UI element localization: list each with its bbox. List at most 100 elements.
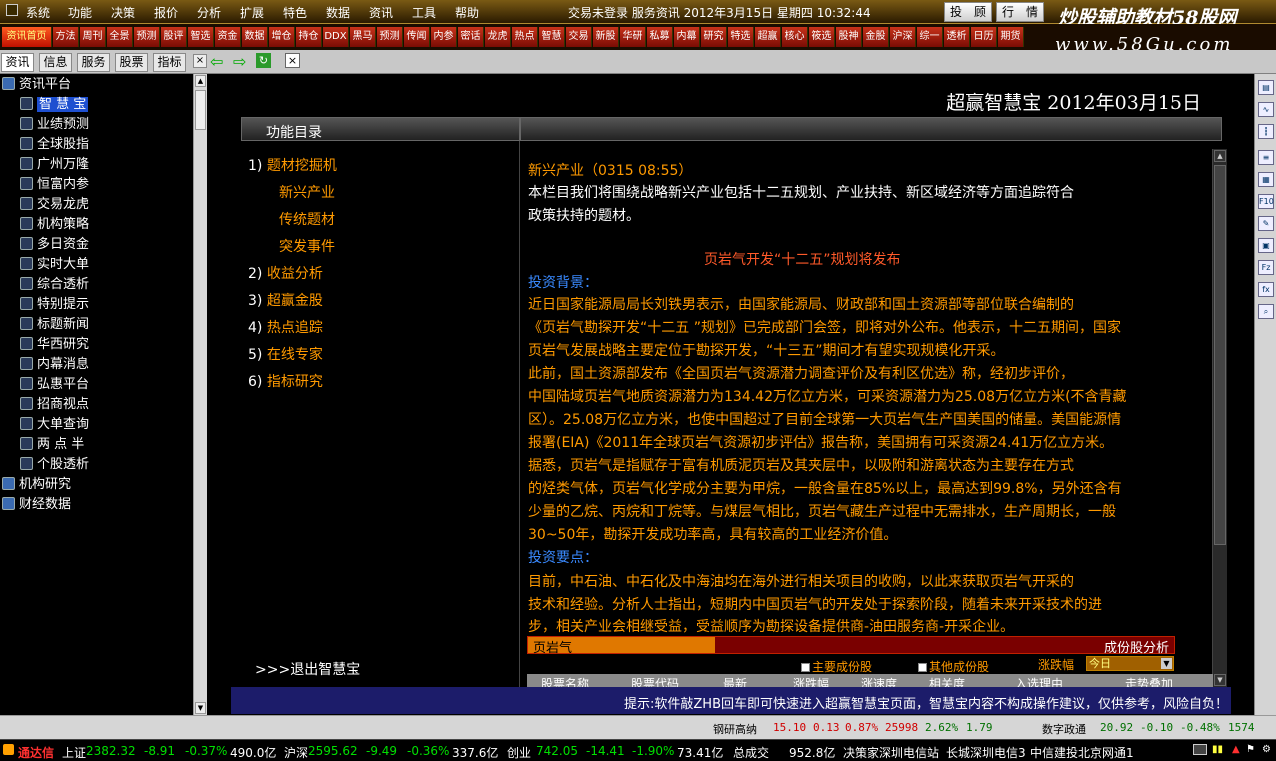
func-button[interactable]: 方法 bbox=[53, 27, 79, 47]
cy-label[interactable]: 创业 bbox=[507, 744, 531, 761]
sidebar-item[interactable]: 广州万隆 bbox=[20, 155, 89, 175]
func-button[interactable]: 股神 bbox=[836, 27, 862, 47]
func-button[interactable]: 黑马 bbox=[350, 27, 376, 47]
func-button[interactable]: 数据 bbox=[242, 27, 268, 47]
func-button[interactable]: 预测 bbox=[134, 27, 160, 47]
toc-item[interactable]: 传统题材 bbox=[279, 209, 335, 229]
toc-item[interactable]: 1) 题材挖掘机 bbox=[248, 155, 337, 175]
func-button[interactable]: 透析 bbox=[944, 27, 970, 47]
sidebar-item[interactable]: 综合透析 bbox=[20, 275, 89, 295]
sidebar-item[interactable]: 特别提示 bbox=[20, 295, 89, 315]
line-chart-icon[interactable]: ∿ bbox=[1258, 102, 1274, 117]
ticker1-name1[interactable]: 钢研高纳 bbox=[713, 721, 757, 737]
server-2[interactable]: 长城深圳电信3 bbox=[946, 744, 1026, 761]
sidebar-item[interactable]: 招商视点 bbox=[20, 395, 89, 415]
menu-extend[interactable]: 扩展 bbox=[240, 4, 264, 21]
mail-icon[interactable] bbox=[1193, 744, 1207, 755]
func-button[interactable]: 华研 bbox=[620, 27, 646, 47]
menu-system[interactable]: 系统 bbox=[26, 4, 50, 21]
list-icon[interactable]: ≡ bbox=[1258, 150, 1274, 165]
func-button[interactable]: 筱选 bbox=[809, 27, 835, 47]
note-icon[interactable]: ✎ bbox=[1258, 216, 1274, 231]
detail-icon[interactable]: ▦ bbox=[1258, 172, 1274, 187]
sidebar-item[interactable]: 机构研究 bbox=[2, 475, 71, 495]
kline-icon[interactable]: ┇ bbox=[1258, 124, 1274, 139]
sidebar-item[interactable]: 资讯平台 bbox=[2, 75, 71, 95]
tab-info[interactable]: 信息 bbox=[39, 53, 72, 72]
menu-help[interactable]: 帮助 bbox=[455, 4, 479, 21]
func-button[interactable]: 资讯首页 bbox=[2, 27, 52, 47]
close-panel-icon[interactable]: × bbox=[193, 54, 207, 68]
func-button[interactable]: DDX bbox=[323, 27, 349, 47]
func-button[interactable]: 热点 bbox=[512, 27, 538, 47]
func-button[interactable]: 智慧 bbox=[539, 27, 565, 47]
tab-indicator[interactable]: 指标 bbox=[153, 53, 186, 72]
func-button[interactable]: 日历 bbox=[971, 27, 997, 47]
func-button[interactable]: 增仓 bbox=[269, 27, 295, 47]
change-period-select[interactable]: 今日 ▼ bbox=[1086, 656, 1174, 671]
menu-function[interactable]: 功能 bbox=[68, 4, 92, 21]
func-button[interactable]: 周刊 bbox=[80, 27, 106, 47]
toc-item[interactable]: 6) 指标研究 bbox=[248, 371, 323, 391]
menu-decision[interactable]: 决策 bbox=[111, 4, 135, 21]
func-button[interactable]: 核心 bbox=[782, 27, 808, 47]
sidebar-item[interactable]: 个股透析 bbox=[20, 455, 89, 475]
sidebar-item[interactable]: 恒富内参 bbox=[20, 175, 89, 195]
menu-news[interactable]: 资讯 bbox=[369, 4, 393, 21]
sidebar-item[interactable]: 弘惠平台 bbox=[20, 375, 89, 395]
ticker1-name2[interactable]: 数字政通 bbox=[1042, 721, 1086, 737]
back-arrow-icon[interactable]: ⇦ bbox=[210, 52, 223, 71]
refresh-icon[interactable]: ↻ bbox=[256, 53, 271, 68]
func-button[interactable]: 沪深 bbox=[890, 27, 916, 47]
func-button[interactable]: 全景 bbox=[107, 27, 133, 47]
content-scrollbar[interactable]: ▲ ▼ bbox=[1212, 149, 1227, 687]
sidebar-item[interactable]: 标题新闻 bbox=[20, 315, 89, 335]
menu-analysis[interactable]: 分析 bbox=[197, 4, 221, 21]
func-button[interactable]: 智选 bbox=[188, 27, 214, 47]
quote-button[interactable]: 行 情 bbox=[996, 2, 1044, 22]
func-button[interactable]: 内参 bbox=[431, 27, 457, 47]
func-button[interactable]: 研究 bbox=[701, 27, 727, 47]
sz-label[interactable]: 沪深 bbox=[284, 744, 308, 761]
func-button[interactable]: 内幕 bbox=[674, 27, 700, 47]
table-icon[interactable]: ▤ bbox=[1258, 80, 1274, 95]
f10-icon[interactable]: F10 bbox=[1258, 194, 1274, 209]
func-button[interactable]: 股评 bbox=[161, 27, 187, 47]
func-button[interactable]: 传闻 bbox=[404, 27, 430, 47]
sidebar-scrollbar[interactable]: ▲ ▼ bbox=[193, 74, 207, 715]
sidebar-item[interactable]: 业绩预测 bbox=[20, 115, 89, 135]
other-constituents-checkbox[interactable]: 其他成份股 bbox=[918, 658, 989, 675]
func-button[interactable]: 持仓 bbox=[296, 27, 322, 47]
tab-news[interactable]: 资讯 bbox=[1, 53, 34, 72]
toc-item[interactable]: 3) 超赢金股 bbox=[248, 290, 323, 310]
menu-special[interactable]: 特色 bbox=[283, 4, 307, 21]
func-button[interactable]: 金股 bbox=[863, 27, 889, 47]
func-button[interactable]: 综一 bbox=[917, 27, 943, 47]
settings-icon[interactable]: ⚙ bbox=[1262, 744, 1271, 755]
func-button[interactable]: 资金 bbox=[215, 27, 241, 47]
sidebar-item[interactable]: 两 点 半 bbox=[20, 435, 84, 455]
sidebar-item[interactable]: 实时大单 bbox=[20, 255, 89, 275]
func-button[interactable]: 新股 bbox=[593, 27, 619, 47]
formula-icon[interactable]: Fz bbox=[1258, 260, 1274, 275]
report-icon[interactable]: ▣ bbox=[1258, 238, 1274, 253]
close-icon[interactable]: × bbox=[285, 53, 300, 68]
menu-data[interactable]: 数据 bbox=[326, 4, 350, 21]
func-button[interactable]: 超赢 bbox=[755, 27, 781, 47]
menu-tools[interactable]: 工具 bbox=[412, 4, 436, 21]
sidebar-item[interactable]: 多日资金 bbox=[20, 235, 89, 255]
sidebar-item[interactable]: 大单查询 bbox=[20, 415, 89, 435]
toc-item[interactable]: 4) 热点追踪 bbox=[248, 317, 323, 337]
func-button[interactable]: 期货 bbox=[998, 27, 1024, 47]
toc-item[interactable]: 突发事件 bbox=[279, 236, 335, 256]
system-icon[interactable] bbox=[6, 4, 18, 16]
constituent-analysis-link[interactable]: 成份股分析 bbox=[1104, 637, 1169, 656]
search-icon[interactable]: ⌕ bbox=[1258, 304, 1274, 319]
func-button[interactable]: 私募 bbox=[647, 27, 673, 47]
function-icon[interactable]: fx bbox=[1258, 282, 1274, 297]
sidebar-item[interactable]: 华西研究 bbox=[20, 335, 89, 355]
menu-quote[interactable]: 报价 bbox=[154, 4, 178, 21]
sidebar-item[interactable]: 智 慧 宝 bbox=[20, 95, 89, 115]
func-button[interactable]: 密话 bbox=[458, 27, 484, 47]
func-button[interactable]: 交易 bbox=[566, 27, 592, 47]
